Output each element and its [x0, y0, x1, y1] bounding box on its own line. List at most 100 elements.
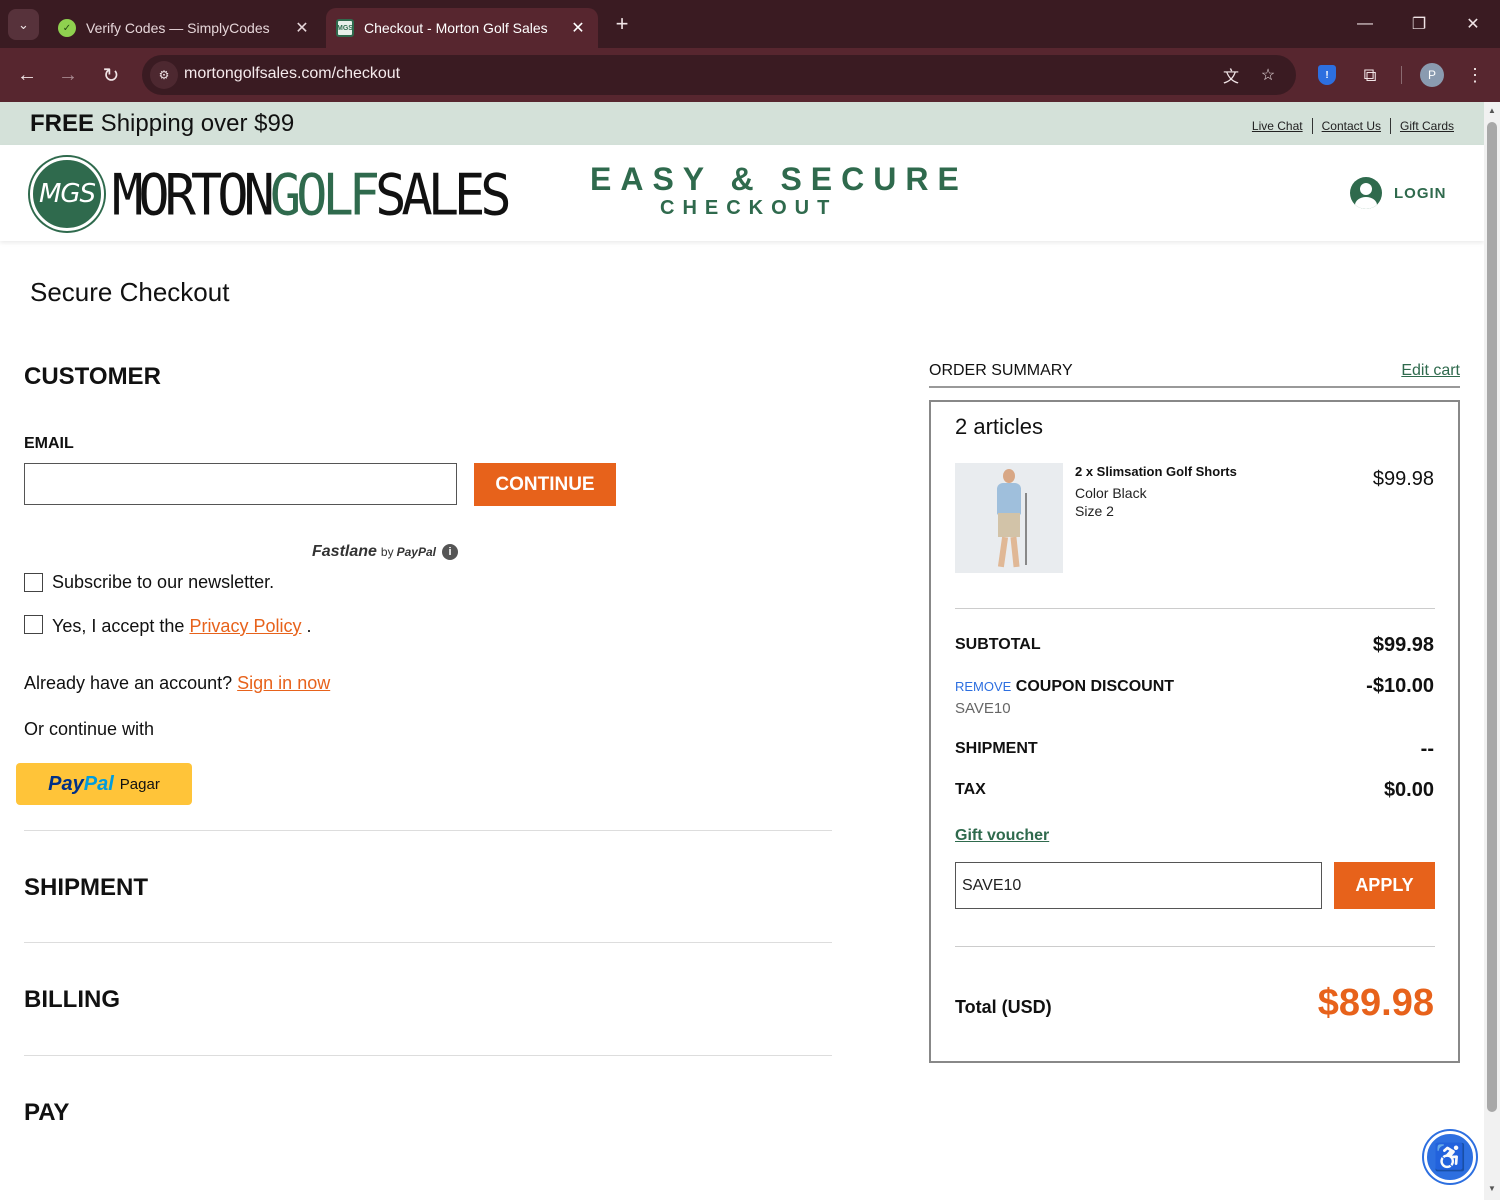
privacy-checkbox[interactable] [24, 615, 43, 634]
fastlane-paypal: PayPal [396, 545, 436, 559]
voucher-input[interactable] [955, 862, 1322, 909]
page-scrollbar[interactable]: ▲ ▼ [1484, 102, 1500, 1200]
toolbar-divider [1401, 66, 1402, 84]
subtotal-value: $99.98 [1372, 634, 1434, 656]
puzzle-icon: ⧉ [1363, 64, 1377, 85]
contact-us-link[interactable]: Contact Us [1322, 119, 1381, 133]
bookmark-star-icon[interactable]: ☆ [1257, 64, 1279, 86]
logo-badge[interactable]: MGS [30, 157, 104, 231]
summary-divider [955, 608, 1435, 609]
paypal-logo: PayPal [48, 773, 114, 796]
login-button[interactable]: LOGIN [1350, 177, 1447, 209]
shipment-heading[interactable]: SHIPMENT [24, 874, 148, 902]
section-divider [24, 1055, 832, 1056]
close-tab-icon[interactable]: ✕ [568, 18, 588, 38]
coupon-row: REMOVE COUPON DISCOUNT [955, 678, 1174, 696]
tab-verify-codes[interactable]: ✓ Verify Codes — SimplyCodes ✕ [48, 8, 322, 48]
extension-shield-button[interactable]: ! [1312, 60, 1342, 90]
new-tab-button[interactable]: + [610, 10, 634, 38]
gift-cards-link[interactable]: Gift Cards [1400, 119, 1454, 133]
close-tab-icon[interactable]: ✕ [292, 18, 312, 38]
section-divider [24, 830, 832, 831]
articles-count: 2 articles [955, 414, 1044, 439]
avatar: P [1420, 63, 1444, 87]
page-title: Secure Checkout [30, 277, 230, 307]
privacy-label: Yes, I accept the Privacy Policy . [52, 616, 311, 637]
tab-checkout[interactable]: MGS Checkout - Morton Golf Sales ✕ [326, 8, 598, 48]
coupon-value: -$10.00 [1366, 675, 1434, 697]
remove-coupon-link[interactable]: REMOVE [955, 679, 1011, 694]
fastlane-by: by [380, 545, 394, 559]
url-text[interactable]: mortongolfsales.com/checkout [184, 65, 400, 83]
back-button[interactable]: ← [12, 60, 42, 90]
free-shipping-banner: FREE Shipping over $99 [30, 110, 294, 138]
restore-icon: ❐ [1411, 16, 1427, 33]
order-summary-panel: 2 articles 2 x Slimsation Golf Shorts Co… [929, 400, 1460, 1063]
logo-golf: GOLF [269, 163, 380, 229]
restore-button[interactable]: ❐ [1396, 8, 1442, 40]
apply-button[interactable]: APPLY [1334, 862, 1435, 909]
subtotal-label: SUBTOTAL [955, 636, 1041, 653]
privacy-policy-link[interactable]: Privacy Policy [189, 616, 301, 636]
browser-tabstrip: ⌄ ✓ Verify Codes — SimplyCodes ✕ MGS Che… [0, 0, 1500, 48]
reload-icon: ↻ [102, 64, 120, 87]
product-image [955, 463, 1063, 573]
address-bar[interactable]: ⚙ mortongolfsales.com/checkout 文 ☆ [142, 55, 1296, 95]
mgs-icon: MGS [336, 19, 354, 37]
minimize-button[interactable]: — [1342, 8, 1388, 40]
info-icon[interactable]: i [441, 544, 458, 560]
gift-voucher-link[interactable]: Gift voucher [955, 827, 1049, 845]
billing-heading[interactable]: BILLING [24, 986, 120, 1014]
forward-button[interactable]: → [53, 60, 83, 90]
page-viewport: FREE Shipping over $99 Live Chat Contact… [0, 102, 1484, 1200]
shipping-text: Shipping over $99 [94, 110, 295, 137]
customer-heading: CUSTOMER [24, 363, 161, 390]
tab-search-dropdown[interactable]: ⌄ [8, 9, 39, 40]
shipment-label: SHIPMENT [955, 740, 1038, 757]
simplycodes-icon: ✓ [58, 19, 76, 37]
logo-morton: MORTON [112, 163, 275, 229]
user-icon [1350, 177, 1382, 209]
shipment-value: -- [1420, 738, 1434, 760]
order-summary-title: ORDER SUMMARY [929, 362, 1073, 379]
pay-heading[interactable]: PAY [24, 1099, 69, 1127]
email-field[interactable] [24, 463, 457, 505]
reload-button[interactable]: ↻ [96, 60, 126, 90]
translate-icon[interactable]: 文 [1220, 64, 1242, 86]
tax-value: $0.00 [1383, 779, 1434, 801]
total-value: $89.98 [1317, 982, 1434, 1024]
browser-menu-button[interactable]: ⋮ [1460, 60, 1490, 90]
free-label: FREE [30, 110, 95, 137]
arrow-right-icon: → [58, 63, 78, 86]
paypal-button[interactable]: PayPal Pagar [16, 763, 192, 805]
sign-in-link[interactable]: Sign in now [237, 673, 330, 693]
accessibility-button[interactable]: ♿ [1424, 1131, 1476, 1183]
newsletter-checkbox[interactable] [24, 573, 43, 592]
product-price: $99.98 [1372, 468, 1434, 490]
profile-button[interactable]: P [1417, 60, 1447, 90]
utility-links: Live Chat Contact Us Gift Cards [1252, 118, 1454, 134]
link-divider [1311, 118, 1313, 134]
scrollbar-thumb[interactable] [1487, 122, 1497, 1112]
edit-cart-link[interactable]: Edit cart [1401, 362, 1460, 380]
logo-wordmark[interactable]: MORTONGOLFSALES [112, 163, 512, 229]
site-info-icon[interactable]: ⚙ [150, 61, 178, 89]
link-divider [1389, 118, 1391, 134]
tab-title: Verify Codes — SimplyCodes [86, 20, 270, 36]
product-size: Size 2 [1075, 503, 1114, 519]
summary-divider [955, 946, 1435, 947]
scroll-down-icon[interactable]: ▼ [1487, 1184, 1497, 1194]
close-window-button[interactable]: ✕ [1450, 8, 1496, 40]
continue-button[interactable]: CONTINUE [474, 463, 616, 506]
scroll-up-icon[interactable]: ▲ [1487, 106, 1497, 116]
shield-icon: ! [1318, 65, 1336, 85]
product-name: 2 x Slimsation Golf Shorts [1075, 464, 1237, 479]
tax-label: TAX [955, 781, 986, 798]
extensions-button[interactable]: ⧉ [1355, 60, 1385, 90]
newsletter-label: Subscribe to our newsletter. [52, 572, 275, 592]
live-chat-link[interactable]: Live Chat [1252, 119, 1303, 133]
total-label: Total (USD) [955, 997, 1052, 1017]
privacy-suffix: . [301, 616, 312, 636]
browser-toolbar: ← → ↻ ⚙ mortongolfsales.com/checkout 文 ☆… [0, 48, 1500, 102]
fastlane-badge: Fastlane by PayPal i [312, 543, 458, 561]
